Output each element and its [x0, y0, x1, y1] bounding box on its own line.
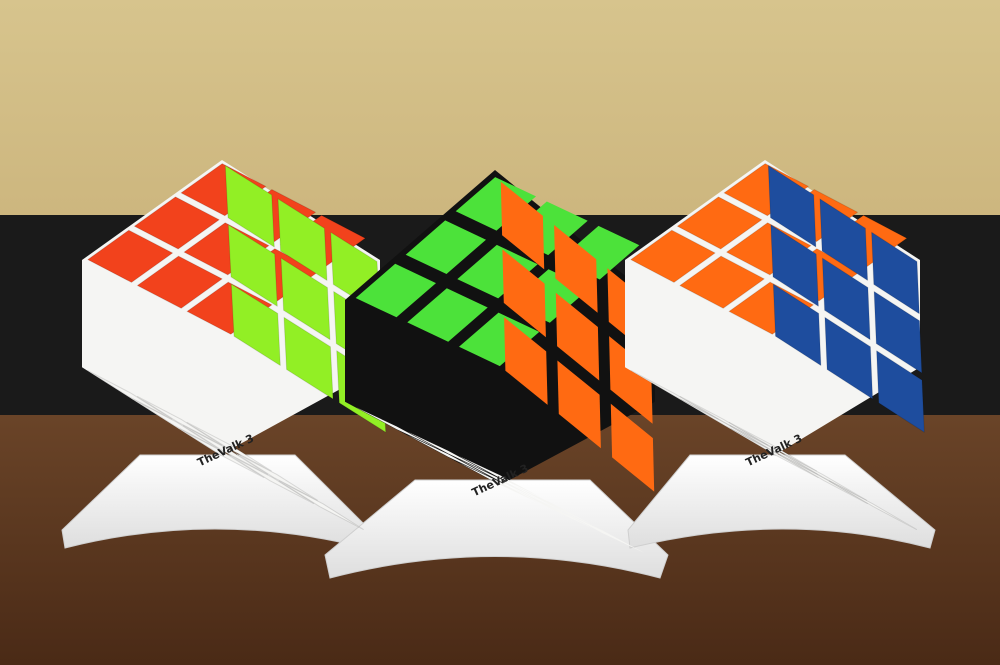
cubes-photo: TheValk 3TheValk 3TheValk 3 [0, 0, 1000, 665]
